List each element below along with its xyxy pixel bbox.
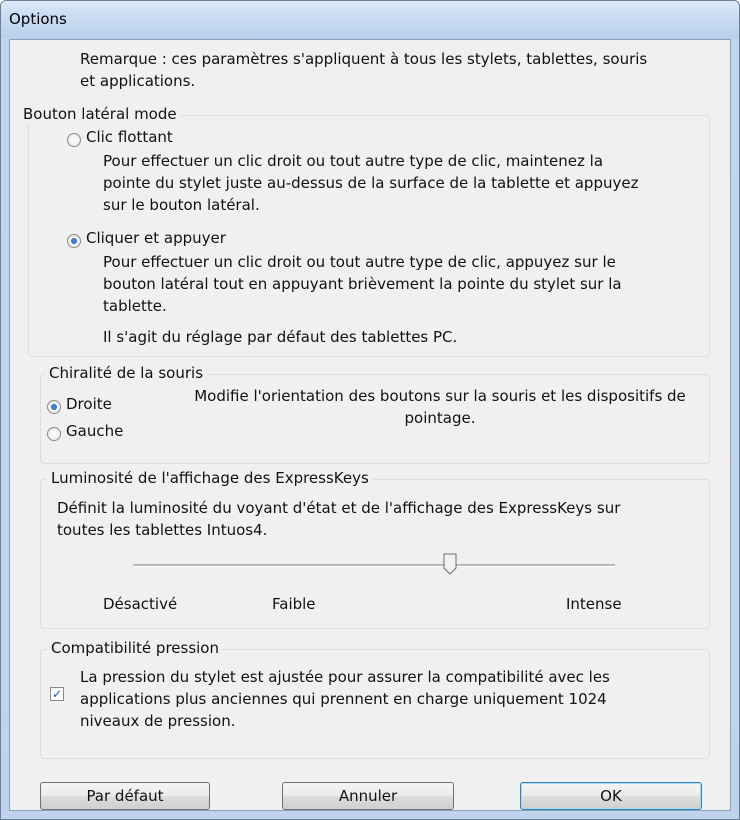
label-droite[interactable]: Droite (66, 393, 112, 415)
pressure-desc-line-1: La pression du stylet est ajustée pour a… (80, 668, 610, 686)
handedness-desc-line-1: Modifie l'orientation des boutons sur la… (194, 387, 686, 405)
pressure-desc-line-3: niveaux de pression. (80, 712, 236, 730)
default-setting-note: Il s'agit du réglage par défaut des tabl… (103, 328, 458, 346)
clic-flottant-desc-2: pointe du stylet juste au-dessus de la s… (103, 174, 639, 192)
cliquer-appuyer-desc-1: Pour effectuer un clic droit ou tout aut… (103, 253, 616, 271)
label-gauche[interactable]: Gauche (66, 420, 123, 442)
brightness-slider-track[interactable] (133, 564, 615, 567)
expresskeys-brightness-legend: Luminosité de l'affichage des ExpressKey… (47, 469, 373, 487)
cliquer-appuyer-desc-2: bouton latéral tout en appuyant brièveme… (103, 275, 622, 293)
brightness-desc-line-1: Définit la luminosité du voyant d'état e… (57, 499, 621, 517)
clic-flottant-desc-1: Pour effectuer un clic droit ou tout aut… (103, 152, 604, 170)
brightness-label-low: Faible (272, 595, 316, 613)
radio-cliquer-appuyer[interactable] (67, 234, 81, 248)
window-title: Options (9, 10, 67, 28)
note-line-2: et applications. (80, 72, 196, 90)
brightness-label-off: Désactivé (103, 595, 178, 613)
cliquer-appuyer-desc-3: tablette. (103, 297, 167, 315)
title-bar[interactable]: Options (1, 1, 739, 39)
radio-gauche[interactable] (47, 427, 61, 441)
brightness-desc-line-2: toutes les tablettes Intuos4. (57, 521, 268, 539)
cancel-button[interactable]: Annuler (282, 782, 454, 810)
brightness-slider-thumb[interactable] (443, 553, 457, 575)
label-cliquer-appuyer[interactable]: Cliquer et appuyer (86, 227, 226, 249)
ok-button[interactable]: OK (520, 782, 702, 810)
default-button[interactable]: Par défaut (40, 782, 210, 810)
label-clic-flottant[interactable]: Clic flottant (86, 126, 173, 148)
note-line-1: Remarque : ces paramètres s'appliquent à… (80, 50, 648, 68)
handedness-desc-line-2: pointage. (404, 409, 476, 427)
side-button-mode-legend: Bouton latéral mode (19, 105, 181, 123)
clic-flottant-desc-3: sur le bouton latéral. (103, 196, 260, 214)
brightness-label-high: Intense (566, 595, 622, 613)
radio-clic-flottant[interactable] (67, 133, 81, 147)
pressure-compatibility-legend: Compatibilité pression (47, 639, 223, 657)
radio-droite[interactable] (47, 400, 61, 414)
pressure-desc-line-2: applications plus anciennes qui prennent… (80, 690, 607, 708)
pressure-compat-checkbox[interactable]: ✓ (50, 687, 64, 701)
mouse-handedness-legend: Chiralité de la souris (45, 364, 208, 382)
